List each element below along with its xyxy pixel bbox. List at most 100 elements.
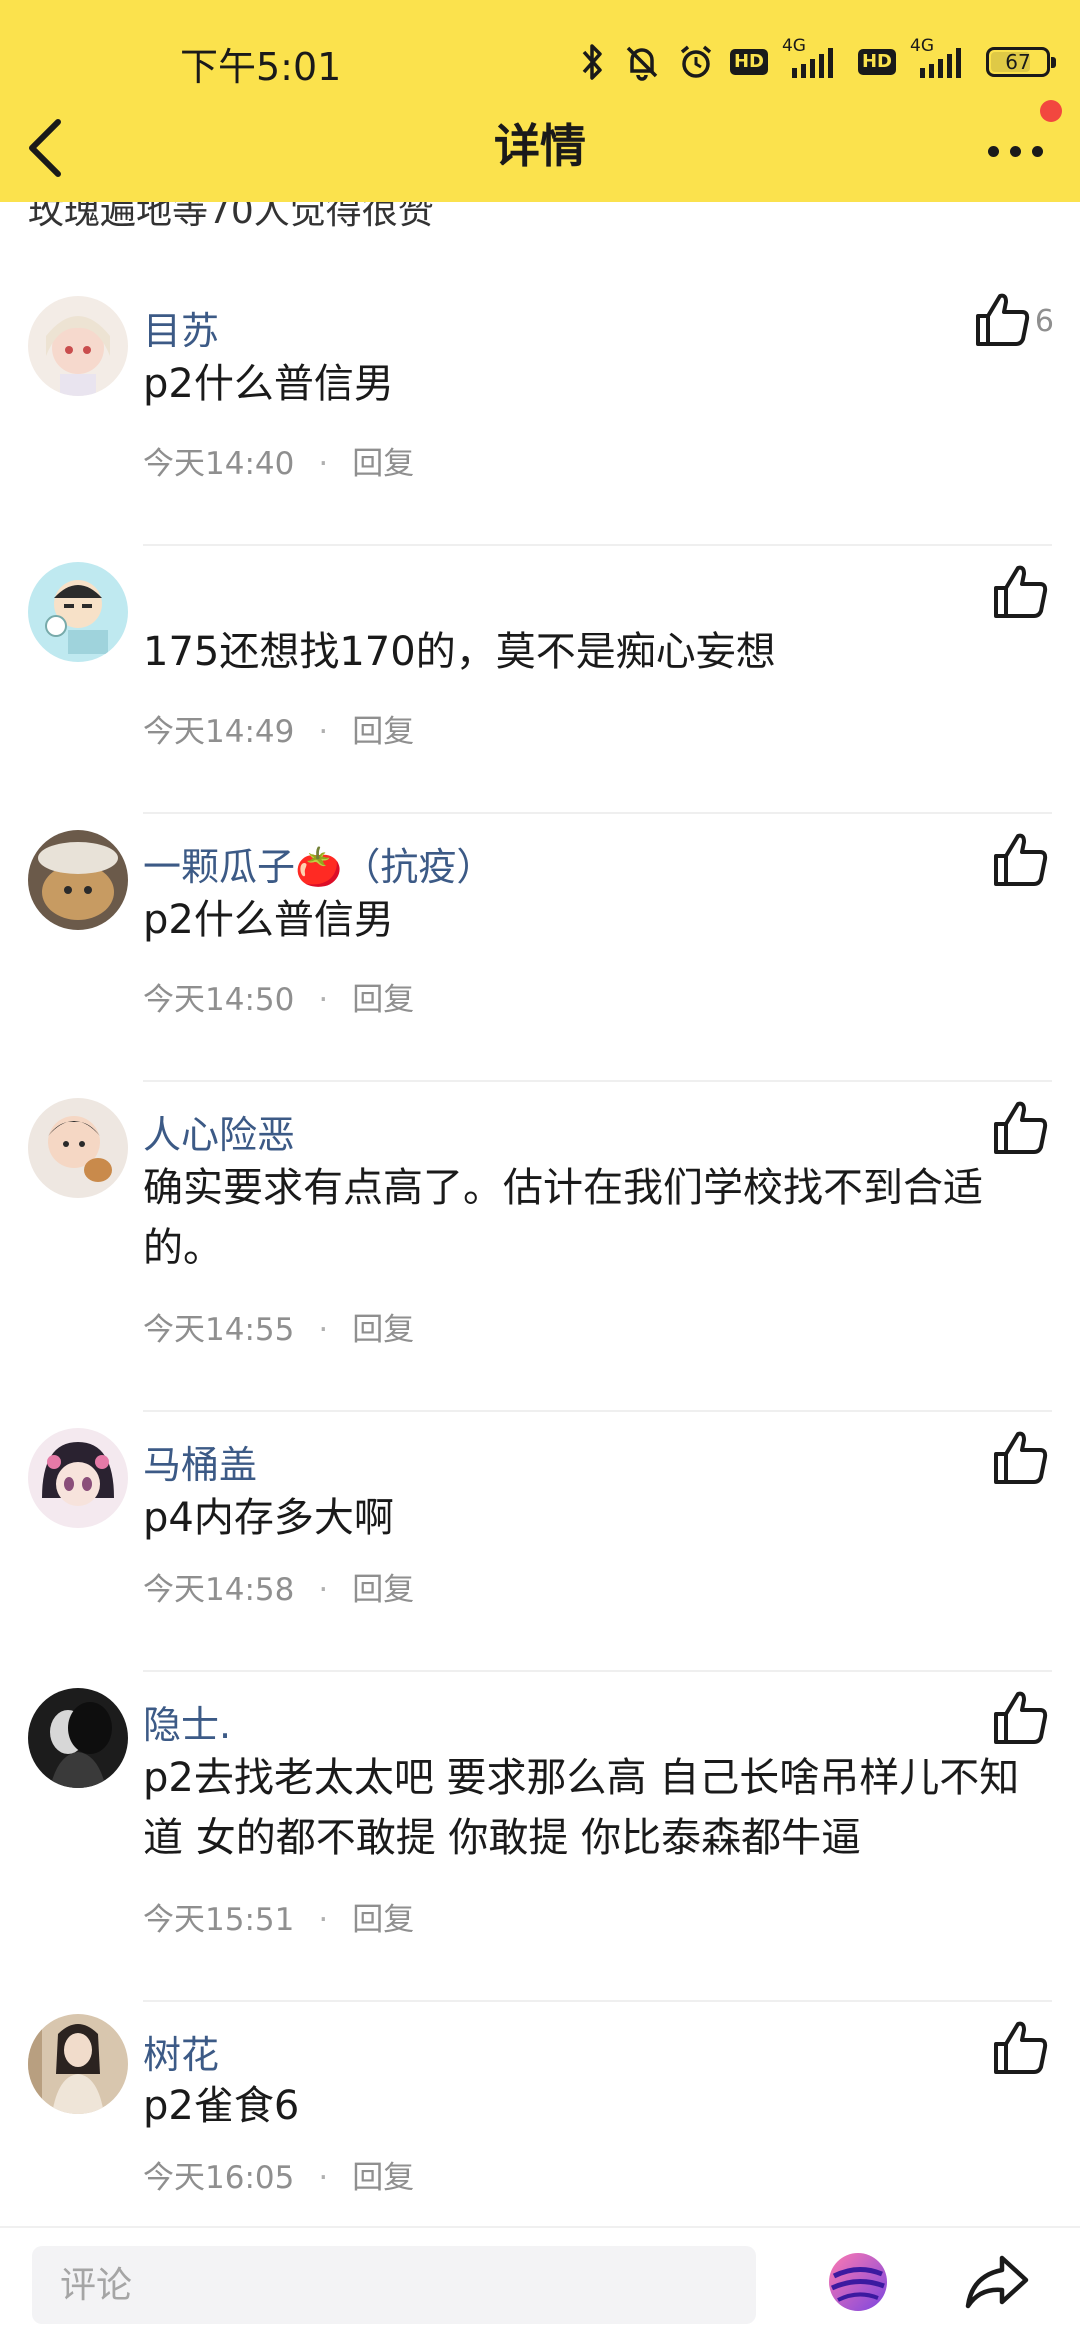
divider [143,2000,1052,2002]
comment-time: 今天16:05 [143,2160,295,2196]
comment-text[interactable]: 确实要求有点高了。估计在我们学校找不到合适的。 [143,1158,1055,1278]
planet-button[interactable] [826,2250,890,2314]
more-dot [1032,146,1043,157]
comment-time: 今天14:40 [143,446,295,482]
comment-time: 今天14:55 [143,1312,295,1348]
reply-link[interactable]: 回复 [352,1902,414,1938]
reply-link[interactable]: 回复 [352,446,414,482]
comment-meta: 今天14:55 · 回复 [143,1304,414,1349]
avatar-image [28,562,128,662]
like-button[interactable] [990,830,1050,890]
avatar[interactable] [28,1098,128,1198]
reply-link[interactable]: 回复 [352,1572,414,1608]
comment-meta: 今天14:58 · 回复 [143,1564,414,1609]
comment-username[interactable]: 马桶盖 [143,1434,257,1489]
reply-link[interactable]: 回复 [352,982,414,1018]
comment-text[interactable]: p4内存多大啊 [143,1488,1055,1548]
thumbs-up-icon [994,2021,1048,2074]
hd-badge-1: HD [729,49,768,75]
comment-time: 今天14:49 [143,714,295,750]
signal-1: 4G [782,36,844,82]
thumbs-up-icon [994,833,1048,886]
reply-link[interactable]: 回复 [352,714,414,750]
comment-username[interactable]: 树花 [143,2024,219,2079]
more-dot [988,146,999,157]
avatar[interactable] [28,1428,128,1528]
meta-separator: · [318,1312,329,1348]
thumbs-up-icon [976,293,1030,346]
avatar-image [28,1098,128,1198]
divider [143,544,1052,546]
like-button[interactable] [990,2018,1050,2078]
thumbs-up-icon [994,1691,1048,1744]
meta-separator: · [318,1902,329,1938]
like-button[interactable] [990,1098,1050,1158]
comment-username[interactable]: 目苏 [143,300,219,355]
comment-username[interactable]: 一颗瓜子🍅（抗疫） [143,836,494,891]
page-title: 详情 [494,119,586,173]
like-button[interactable] [972,290,1032,350]
app-header: 下午5:01 HD 4G HD 4G 67 详情 [0,0,1080,202]
more-dot [1010,146,1021,157]
like-button[interactable] [990,1688,1050,1748]
signal-2: 4G [910,36,972,82]
meta-separator: · [318,2160,329,2196]
avatar[interactable] [28,830,128,930]
like-button[interactable] [990,562,1050,622]
reply-link[interactable]: 回复 [352,1312,414,1348]
comment-username[interactable]: 人心险恶 [143,1104,295,1159]
meta-separator: · [318,446,329,482]
signal-bars-icon [920,48,961,78]
comment-username[interactable]: 隐士. [143,1694,231,1749]
comment-text[interactable]: 175还想找170的，莫不是痴心妄想 [143,622,1055,682]
notification-dot [1040,100,1062,122]
avatar-image [28,2014,128,2114]
avatar[interactable] [28,2014,128,2114]
avatar[interactable] [28,296,128,396]
like-button[interactable] [990,1428,1050,1488]
share-icon [965,2255,1029,2309]
meta-separator: · [318,1572,329,1608]
avatar[interactable] [28,1688,128,1788]
bluetooth-icon [582,44,602,80]
more-button[interactable] [970,100,1062,190]
comment-input[interactable] [32,2246,756,2324]
nav-bar: 详情 [0,100,1080,200]
meta-separator: · [318,982,329,1018]
status-icons: HD 4G HD 4G 67 [578,36,1056,86]
comment-time: 今天14:58 [143,1572,295,1608]
like-count: 6 [1034,304,1054,339]
planet-icon [829,2253,887,2311]
signal-bars-icon [791,48,833,78]
comment-meta: 今天14:50 · 回复 [143,974,414,1019]
comment-text[interactable]: p2什么普信男 [143,354,1055,414]
status-time: 下午5:01 [180,45,342,89]
divider [143,1410,1052,1412]
comment-text[interactable]: p2什么普信男 [143,890,1055,950]
avatar-image [28,1688,128,1788]
comment-time: 今天14:50 [143,982,295,1018]
comment-text[interactable]: p2去找老太太吧 要求那么高 自己长啥吊样儿不知道 女的都不敢提 你敢提 你比泰… [143,1748,1055,1868]
meta-separator: · [318,714,329,750]
avatar-image [28,296,128,396]
divider [143,1670,1052,1672]
comment-time: 今天15:51 [143,1902,295,1938]
comment-meta: 今天14:40 · 回复 [143,438,414,483]
avatar-image [28,1428,128,1528]
comment-text[interactable]: p2雀食6 [143,2076,1055,2136]
reply-link[interactable]: 回复 [352,2160,414,2196]
share-button[interactable] [962,2250,1032,2314]
battery-fill [991,52,1030,72]
thumbs-up-icon [994,1101,1048,1154]
thumbs-up-icon [994,1431,1048,1484]
comment-meta: 今天14:49 · 回复 [143,706,414,751]
comment-meta: 今天16:05 · 回复 [143,2152,414,2197]
divider [143,812,1052,814]
avatar-image [28,830,128,930]
comment-meta: 今天15:51 · 回复 [143,1894,414,1939]
battery-icon: 67 [986,47,1056,77]
avatar[interactable] [28,562,128,662]
bottom-bar [0,2226,1080,2342]
thumbs-up-icon [994,565,1048,618]
bell-muted-icon [626,46,658,81]
